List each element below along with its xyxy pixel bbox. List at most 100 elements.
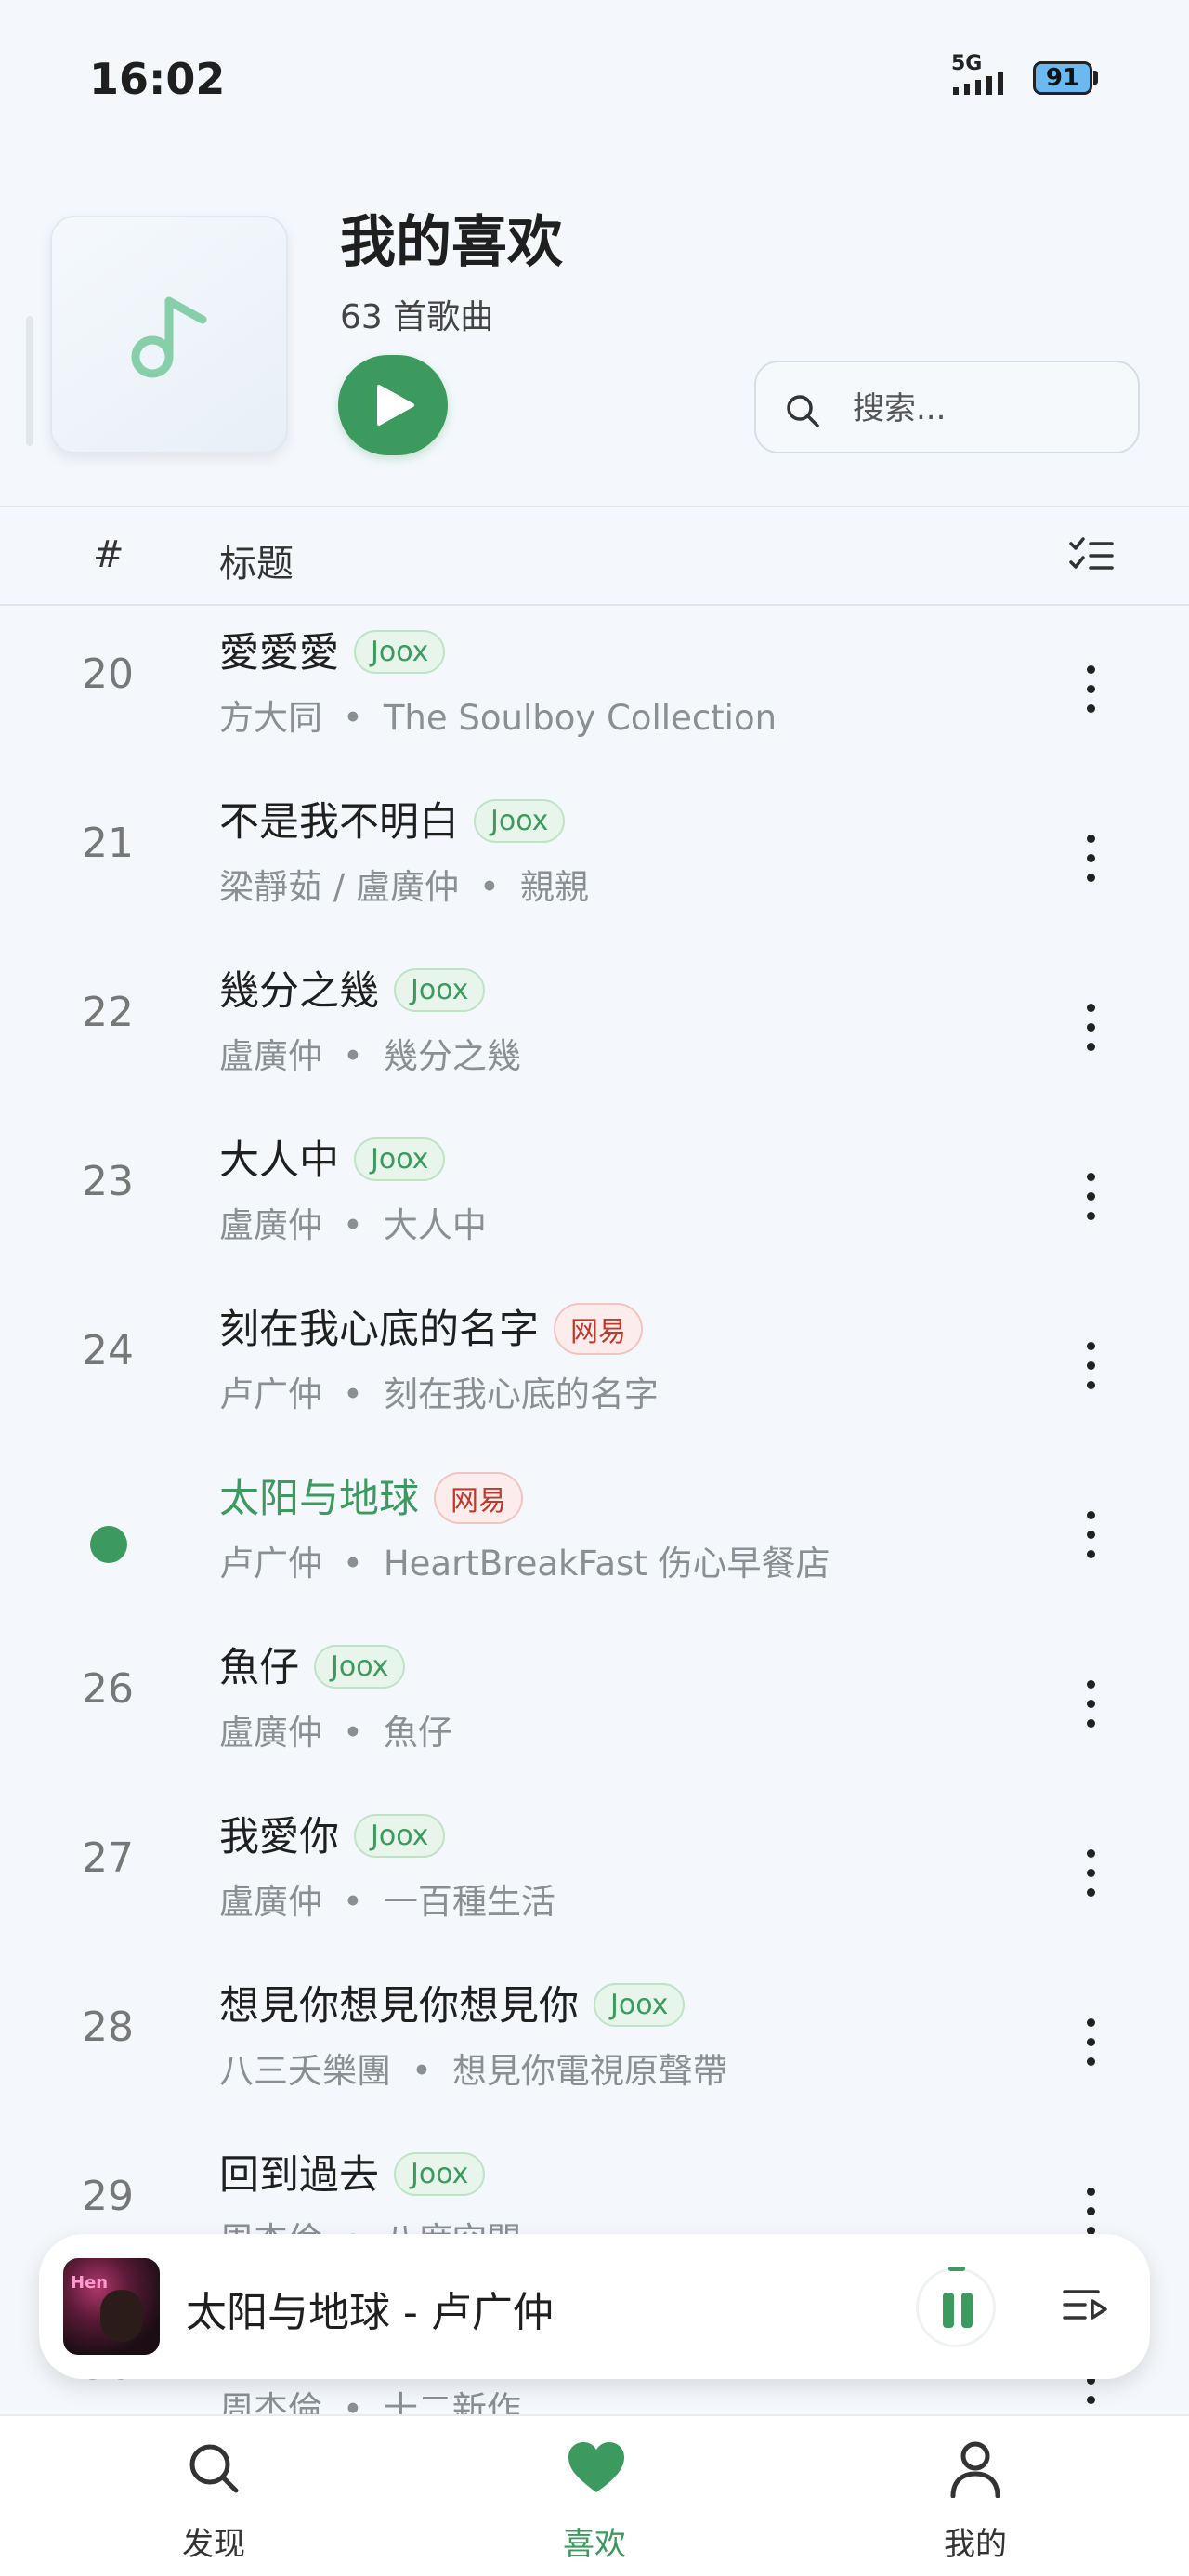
pause-button[interactable] <box>916 2267 996 2347</box>
more-options-icon[interactable] <box>1068 2005 1115 2080</box>
more-options-icon[interactable] <box>1068 1160 1115 1234</box>
more-options-icon[interactable] <box>1068 991 1115 1065</box>
meta-separator: • <box>412 2051 432 2091</box>
table-header: # 标题 <box>0 506 1189 606</box>
song-row[interactable]: 28 想見你想見你想見你 Joox 八三夭樂團 • 想見你電視原聲帶 <box>0 1961 1189 2130</box>
play-icon <box>377 385 414 426</box>
song-artist: 周杰倫 <box>219 2389 322 2416</box>
song-index: 24 <box>82 1327 134 1374</box>
nav-discover-label: 发现 <box>182 2526 245 2563</box>
song-count: 63 首歌曲 <box>340 298 494 336</box>
play-all-button[interactable] <box>338 355 448 455</box>
song-album: 一百種生活 <box>383 1882 555 1922</box>
song-album: 大人中 <box>383 1205 487 1245</box>
song-meta: 盧廣仲 • 幾分之幾 <box>219 1028 521 1078</box>
artwork-figure <box>100 2290 143 2342</box>
song-title: 想見你想見你想見你 Joox <box>219 1974 686 2031</box>
song-index: 29 <box>82 2173 134 2220</box>
song-title: 回到過去 Joox <box>219 2143 486 2201</box>
more-options-icon[interactable] <box>1068 1498 1115 1572</box>
song-row[interactable]: 27 我愛你 Joox 盧廣仲 • 一百種生活 <box>0 1792 1189 1961</box>
song-row[interactable]: 24 刻在我心底的名字 网易 卢广仲 • 刻在我心底的名字 <box>0 1284 1189 1453</box>
song-meta: 盧廣仲 • 魚仔 <box>219 1704 452 1755</box>
search-icon <box>189 2444 239 2493</box>
song-meta: 盧廣仲 • 大人中 <box>219 1197 487 1247</box>
song-title: 我愛你 Joox <box>219 1805 446 1862</box>
song-index: 23 <box>82 1158 134 1205</box>
meta-separator: • <box>343 698 363 738</box>
nav-profile[interactable]: 我的 <box>855 2416 1096 2576</box>
person-icon <box>950 2441 1000 2498</box>
song-title: 愛愛愛 Joox <box>219 621 446 678</box>
song-row[interactable]: 26 魚仔 Joox 盧廣仲 • 魚仔 <box>0 1623 1189 1792</box>
song-row-playing[interactable]: 太阳与地球 网易 卢广仲 • HeartBreakFast 伤心早餐店 <box>0 1453 1189 1623</box>
more-options-icon[interactable] <box>1068 1836 1115 1911</box>
music-note-icon <box>131 296 207 378</box>
song-title: 大人中 Joox <box>219 1128 446 1186</box>
pause-icon-bar-right <box>961 2293 973 2328</box>
song-album: 親親 <box>519 867 589 907</box>
title-column-header: 标题 <box>219 543 294 585</box>
song-artist: 八三夭樂團 <box>219 2051 391 2091</box>
song-title-text: 回到過去 <box>219 2152 379 2199</box>
song-album: 幾分之幾 <box>383 1036 521 1076</box>
song-album: 刻在我心底的名字 <box>383 1374 659 1414</box>
song-title: 不是我不明白 Joox <box>219 790 566 848</box>
song-title-text: 魚仔 <box>219 1645 299 1691</box>
song-artist: 盧廣仲 <box>219 1882 322 1922</box>
search-box[interactable] <box>754 361 1140 453</box>
nav-favorites-label: 喜欢 <box>563 2526 626 2563</box>
source-badge: Joox <box>354 1814 446 1858</box>
source-badge: Joox <box>394 2152 486 2196</box>
battery-indicator: 91 <box>1033 61 1092 95</box>
song-album: 魚仔 <box>383 1713 452 1753</box>
artwork-neon-text: Hen <box>71 2273 109 2293</box>
song-artist: 盧廣仲 <box>219 1713 322 1753</box>
meta-separator: • <box>343 2389 363 2416</box>
signal-icon <box>953 72 1003 95</box>
playlist-title: 我的喜欢 <box>340 210 563 275</box>
song-album: HeartBreakFast 伤心早餐店 <box>383 1544 830 1584</box>
more-options-icon[interactable] <box>1068 1329 1115 1403</box>
nav-profile-label: 我的 <box>944 2526 1007 2563</box>
song-index: 27 <box>82 1834 134 1882</box>
more-options-icon[interactable] <box>1068 1667 1115 1741</box>
song-artist: 盧廣仲 <box>219 1205 322 1245</box>
song-meta: 卢广仲 • 刻在我心底的名字 <box>219 1366 659 1416</box>
source-badge: Joox <box>354 630 446 674</box>
song-list: 20 愛愛愛 Joox 方大同 • The Soulboy Collection 21… <box>0 608 1189 2416</box>
mini-player[interactable]: Hen 太阳与地球 - 卢广仲 <box>39 2234 1150 2379</box>
queue-icon[interactable] <box>1061 2284 1109 2325</box>
nav-discover[interactable]: 发现 <box>93 2416 334 2576</box>
song-title: 太阳与地球 网易 <box>219 1466 523 1528</box>
song-album: 想見你電視原聲帶 <box>451 2051 727 2091</box>
source-badge: Joox <box>314 1645 406 1689</box>
source-badge: 网易 <box>434 1471 523 1524</box>
song-index: 20 <box>82 651 134 698</box>
song-row[interactable]: 23 大人中 Joox 盧廣仲 • 大人中 <box>0 1115 1189 1284</box>
song-row[interactable]: 20 愛愛愛 Joox 方大同 • The Soulboy Collection <box>0 608 1189 777</box>
meta-separator: • <box>343 1036 363 1076</box>
song-title-text: 想見你想見你想見你 <box>219 1983 579 2030</box>
song-title-text: 不是我不明白 <box>219 799 459 846</box>
song-album: The Soulboy Collection <box>383 698 777 738</box>
source-badge: Joox <box>354 1137 446 1181</box>
more-options-icon[interactable] <box>1068 652 1115 727</box>
status-time: 16:02 <box>89 54 226 104</box>
nav-favorites[interactable]: 喜欢 <box>474 2416 715 2576</box>
song-title: 刻在我心底的名字 网易 <box>219 1297 643 1359</box>
song-title: 幾分之幾 Joox <box>219 959 486 1017</box>
heart-icon <box>568 2442 624 2492</box>
more-options-icon[interactable] <box>1068 821 1115 896</box>
now-playing-indicator <box>90 1526 127 1563</box>
song-row[interactable]: 21 不是我不明白 Joox 梁靜茹 / 盧廣仲 • 親親 <box>0 777 1189 946</box>
source-badge: 网易 <box>554 1302 643 1355</box>
search-icon <box>787 395 819 427</box>
search-input[interactable] <box>853 381 1122 437</box>
song-artist: 方大同 <box>219 698 322 738</box>
multi-select-icon[interactable] <box>1068 535 1115 576</box>
source-badge: Joox <box>394 968 486 1012</box>
battery-tip <box>1093 71 1098 85</box>
side-scroll-indicator <box>26 316 33 446</box>
song-row[interactable]: 22 幾分之幾 Joox 盧廣仲 • 幾分之幾 <box>0 946 1189 1115</box>
